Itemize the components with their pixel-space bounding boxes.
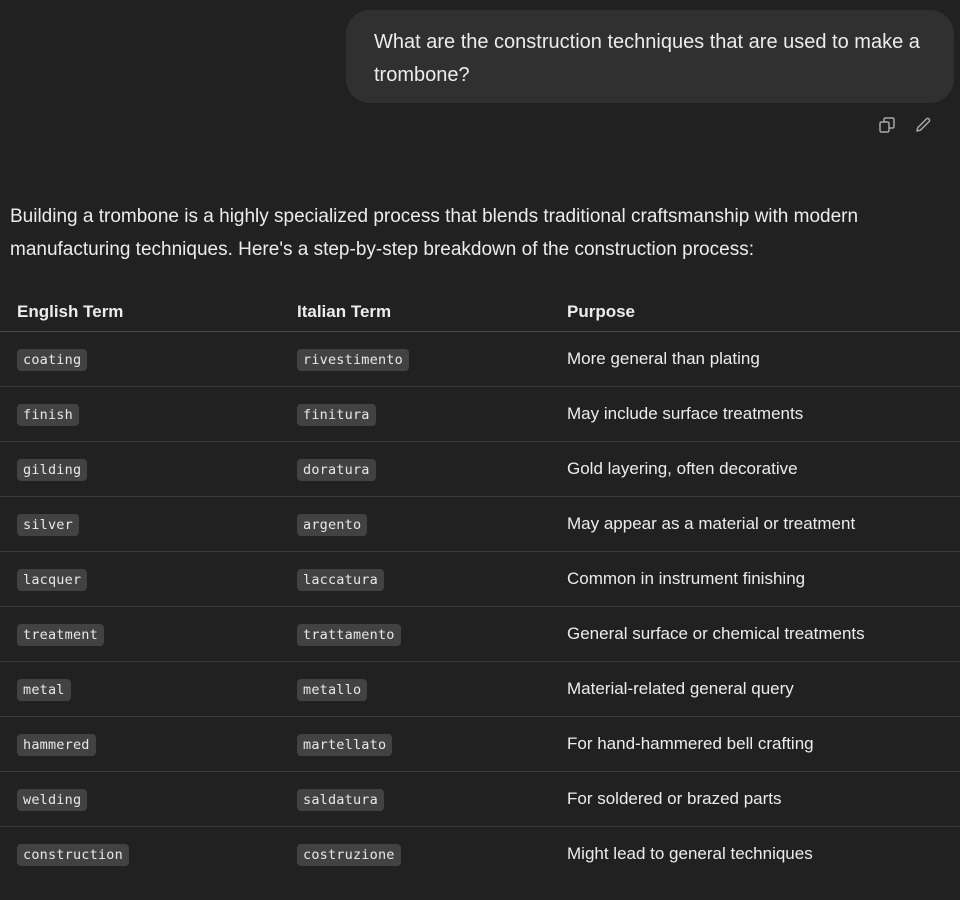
table-row: gilding doratura Gold layering, often de… (0, 441, 960, 497)
header-english-term: English Term (0, 293, 297, 332)
table-row: metal metallo Material-related general q… (0, 661, 960, 717)
english-term-code: welding (17, 789, 88, 811)
purpose-cell: Might lead to general techniques (567, 844, 813, 863)
table-row: hammered martellato For hand-hammered be… (0, 716, 960, 772)
table-row: welding saldatura For soldered or brazed… (0, 771, 960, 827)
table-row: lacquer laccatura Common in instrument f… (0, 551, 960, 607)
purpose-cell: For soldered or brazed parts (567, 771, 960, 827)
purpose-cell: General surface or chemical treatments (567, 606, 960, 662)
italian-term-code: costruzione (297, 844, 401, 866)
italian-term-code: saldatura (297, 789, 384, 811)
assistant-intro-text: Building a trombone is a highly speciali… (10, 206, 859, 260)
italian-term-code: finitura (297, 404, 376, 426)
english-term-code: finish (17, 404, 79, 426)
english-term-code: coating (17, 349, 88, 371)
copy-icon[interactable] (876, 114, 898, 136)
purpose-cell: Material-related general query (567, 661, 960, 717)
italian-term-code: metallo (297, 679, 368, 701)
purpose-cell: Gold layering, often decorative (567, 441, 960, 497)
table-row: coating rivestimento More general than p… (0, 331, 960, 387)
header-italian-term: Italian Term (297, 293, 567, 332)
message-actions (876, 114, 934, 136)
english-term-code: construction (17, 844, 129, 866)
table-row: silver argento May appear as a material … (0, 496, 960, 552)
terms-table: English Term Italian Term Purpose coatin… (0, 293, 960, 881)
english-term-code: gilding (17, 459, 88, 481)
italian-term-code: argento (297, 514, 368, 536)
edit-icon[interactable] (912, 114, 934, 136)
english-term-code: lacquer (17, 569, 88, 591)
table-header-row: English Term Italian Term Purpose (0, 293, 960, 332)
header-purpose: Purpose (567, 293, 960, 332)
purpose-cell: For hand-hammered bell crafting (567, 716, 960, 772)
english-term-code: metal (17, 679, 71, 701)
purpose-cell: May include surface treatments (567, 386, 960, 442)
italian-term-code: laccatura (297, 569, 384, 591)
user-message-text: What are the construction techniques tha… (374, 31, 920, 86)
table-row: treatment trattamento General surface or… (0, 606, 960, 662)
table-row: construction costruzione Might lead to g… (0, 827, 960, 882)
italian-term-code: rivestimento (297, 349, 409, 371)
italian-term-code: martellato (297, 734, 393, 756)
table-row: finish finitura May include surface trea… (0, 386, 960, 442)
purpose-cell: More general than plating (567, 331, 960, 387)
purpose-cell: Common in instrument finishing (567, 551, 960, 607)
english-term-code: silver (17, 514, 79, 536)
italian-term-code: trattamento (297, 624, 401, 646)
italian-term-code: doratura (297, 459, 376, 481)
english-term-code: hammered (17, 734, 96, 756)
purpose-cell: May appear as a material or treatment (567, 496, 960, 552)
user-message-bubble: What are the construction techniques tha… (346, 10, 954, 103)
english-term-code: treatment (17, 624, 104, 646)
